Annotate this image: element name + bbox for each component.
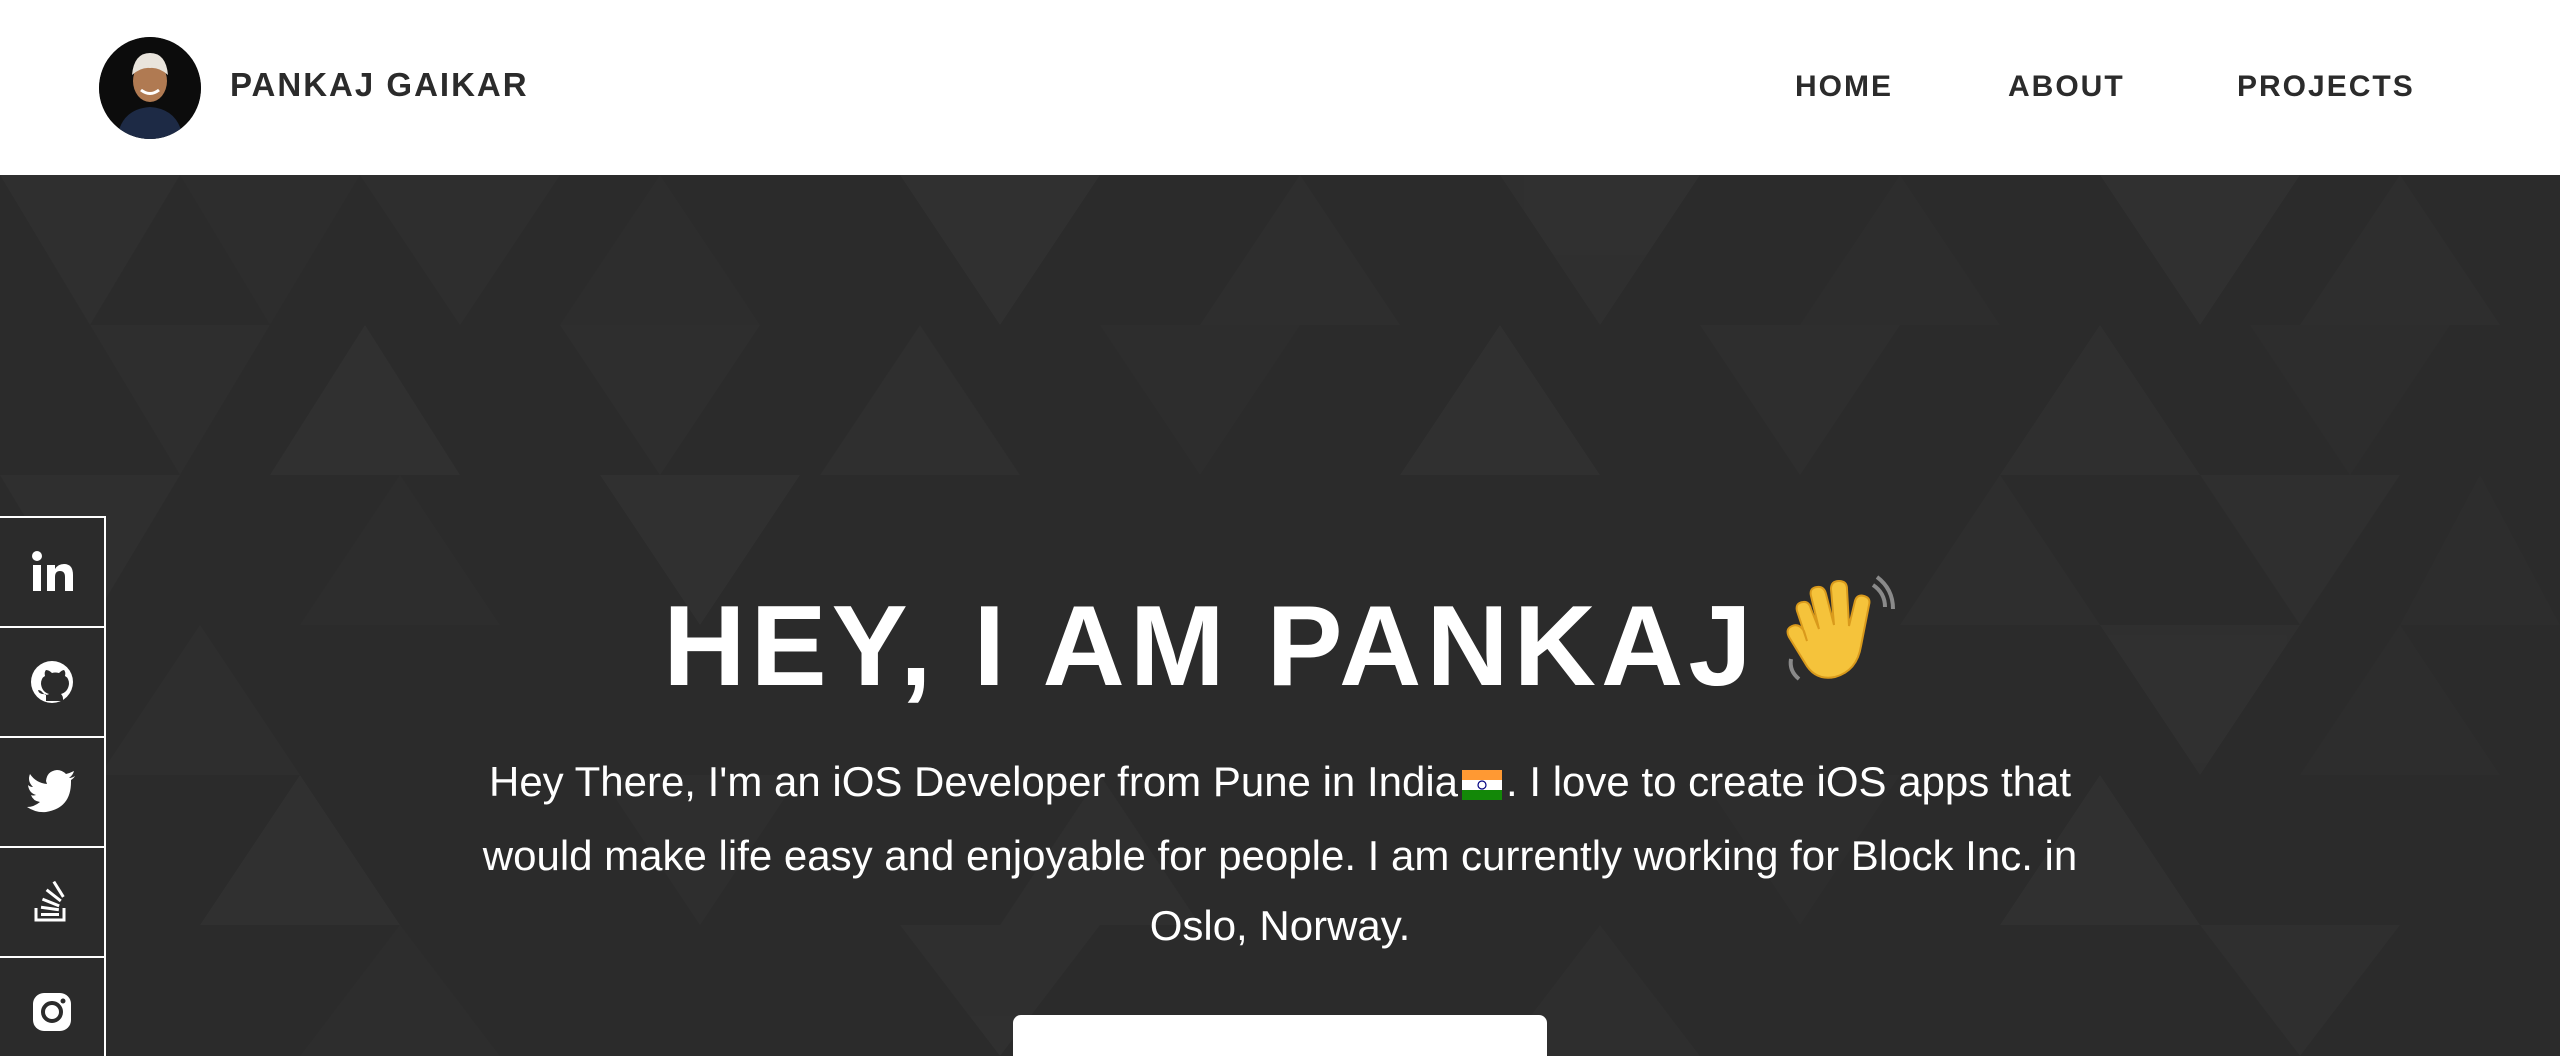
- site-title[interactable]: PANKAJ GAIKAR: [230, 66, 529, 104]
- hero-cta-button[interactable]: [1013, 1015, 1547, 1056]
- twitter-icon: [27, 770, 75, 813]
- india-flag-icon: [1462, 751, 1503, 821]
- avatar[interactable]: [99, 37, 201, 139]
- stackoverflow-link[interactable]: [0, 846, 106, 958]
- waving-hand-icon: [1777, 571, 1897, 718]
- github-link[interactable]: [0, 626, 106, 738]
- instagram-link[interactable]: [0, 956, 106, 1056]
- github-icon: [31, 661, 73, 703]
- nav-projects[interactable]: PROJECTS: [2237, 70, 2415, 104]
- hero-description-part1: Hey There, I'm an iOS Developer from Pun…: [488, 758, 1459, 805]
- hero-title-text: HEY, I AM PANKAJ: [663, 583, 1757, 711]
- hero-description: Hey There, I'm an iOS Developer from Pun…: [470, 747, 2090, 961]
- nav-home[interactable]: HOME: [1795, 70, 1893, 104]
- linkedin-link[interactable]: [0, 516, 106, 628]
- stackoverflow-icon: [34, 880, 66, 922]
- twitter-link[interactable]: [0, 736, 106, 848]
- instagram-icon: [33, 993, 71, 1031]
- hero-title: HEY, I AM PANKAJ: [0, 571, 2560, 718]
- site-header: PANKAJ GAIKAR HOME ABOUT PROJECTS: [0, 0, 2560, 175]
- hero-section: HEY, I AM PANKAJ Hey There, I'm an iOS D…: [0, 175, 2560, 1056]
- social-sidebar: [0, 516, 108, 1056]
- nav-about[interactable]: ABOUT: [2008, 70, 2125, 104]
- linkedin-icon: [32, 551, 73, 591]
